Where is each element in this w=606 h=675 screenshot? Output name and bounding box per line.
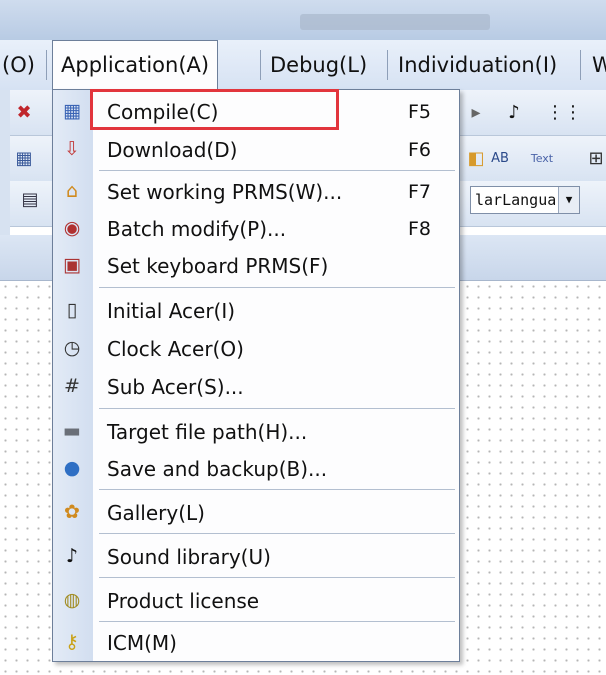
application-menu: ▦ Compile(C) F5 ⇩ Download(D) F6 ⌂ Set w… [52,89,460,662]
menu-item-save-and-backup[interactable]: ● Save and backup(B)... [53,451,459,487]
menu-item-label: Download(D) [107,138,238,162]
drive-icon: ▬ [63,420,81,442]
menu-item-set-working-prms[interactable]: ⌂ Set working PRMS(W)... F7 [53,174,459,210]
compile-icon: ▦ [63,100,81,122]
menu-separator [99,170,455,171]
menu-item-label: Batch modify(P)... [107,217,287,241]
menu-separator [260,50,261,80]
compile-highlight [90,89,339,130]
tool-icon[interactable]: ▸ [462,99,490,127]
language-combo-value: larLangua [475,191,557,209]
menu-separator [99,621,455,622]
menu-item-label: Initial Acer(I) [107,299,236,323]
keyboard-icon: ▣ [63,254,81,276]
menu-item-icm[interactable]: ⚷ ICM(M) [53,625,459,661]
blurred-title [300,14,490,30]
title-bar [0,0,606,40]
menu-item-label: ICM(M) [107,631,177,655]
menu-separator [99,533,455,534]
music-note-icon[interactable]: ♪ [500,99,528,127]
menu-item-label: Set keyboard PRMS(F) [107,254,329,278]
menu-item-individuation[interactable]: Individuation(I) [398,40,557,90]
shortcut-label: F8 [408,218,432,240]
menu-item-download[interactable]: ⇩ Download(D) F6 [53,132,459,168]
delete-icon[interactable]: ✖ [10,99,38,127]
menu-item-batch-modify[interactable]: ◉ Batch modify(P)... F8 [53,211,459,247]
menu-item-sound-library[interactable]: ♪ Sound library(U) [53,539,459,575]
download-icon: ⇩ [64,138,80,160]
menu-item-label: Set working PRMS(W)... [107,180,343,204]
grid-dots-icon[interactable]: ⋮⋮ [546,99,582,127]
home-icon: ⌂ [65,180,79,202]
menu-item-label: Clock Acer(O) [107,337,244,361]
language-combo[interactable]: larLangua ▼ [470,186,580,214]
menu-separator [46,50,47,80]
shortcut-label: F7 [408,181,432,203]
menu-item-label: Product license [107,589,260,613]
menu-separator [580,50,581,80]
document-icon[interactable]: ▤ [16,186,44,214]
coins-icon: ◍ [63,589,81,611]
menu-item-clock-acer[interactable]: ◷ Clock Acer(O) [53,331,459,367]
shortcut-label: F6 [408,139,432,161]
menu-separator [99,408,455,409]
clock-acer-icon: ◷ [63,337,81,359]
gallery-icon: ✿ [64,501,80,523]
menu-item-debug[interactable]: Debug(L) [270,40,367,90]
grid-icon[interactable]: ⊞ [582,145,606,173]
menu-separator [99,577,455,578]
ab-icon[interactable]: AB [486,145,514,173]
text-icon[interactable]: Text [528,145,556,173]
menu-item-tools[interactable]: (O) [2,40,35,90]
menu-item-label: Sound library(U) [107,545,271,569]
menu-separator [99,489,455,490]
batch-modify-icon: ◉ [63,217,81,239]
menu-item-label: Save and backup(B)... [107,457,328,481]
menu-item-window[interactable]: W [592,40,606,90]
menu-item-gallery[interactable]: ✿ Gallery(L) [53,495,459,531]
initial-acer-icon: ▯ [66,299,78,321]
backup-icon: ● [63,457,81,479]
menu-separator [387,50,388,80]
shortcut-label: F5 [408,101,432,123]
menu-separator [99,287,455,288]
menu-item-application[interactable]: Application(A) [52,40,219,90]
menu-item-label: Target file path(H)... [107,420,308,444]
sub-acer-icon: # [64,375,80,397]
menu-item-label: Sub Acer(S)... [107,375,244,399]
menu-bar: (O) Application(A) Debug(L) Individuatio… [0,40,606,91]
key-icon: ⚷ [65,631,79,653]
chevron-down-icon[interactable]: ▼ [558,187,579,213]
menu-item-label: Gallery(L) [107,501,205,525]
menu-item-set-keyboard-prms[interactable]: ▣ Set keyboard PRMS(F) [53,248,459,284]
table-icon[interactable]: ▦ [10,145,38,173]
menu-item-product-license[interactable]: ◍ Product license [53,583,459,619]
menu-item-initial-acer[interactable]: ▯ Initial Acer(I) [53,293,459,329]
menu-item-target-file-path[interactable]: ▬ Target file path(H)... [53,414,459,450]
music-note-icon: ♪ [65,545,79,567]
menu-item-sub-acer[interactable]: # Sub Acer(S)... [53,369,459,405]
